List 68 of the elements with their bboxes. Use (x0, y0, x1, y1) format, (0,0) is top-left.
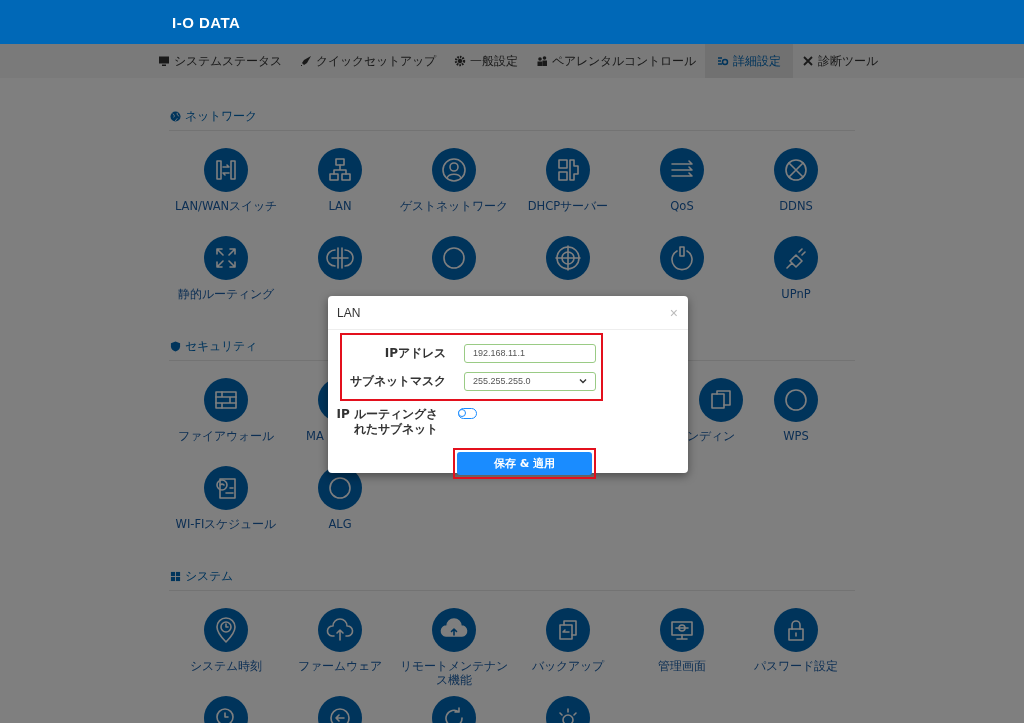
settings-link[interactable]: ファームウェア (283, 608, 397, 673)
user-icon (432, 148, 476, 192)
nav-tab[interactable]: ペアレンタルコントロール (527, 44, 705, 78)
nav-tab[interactable]: 一般設定 (445, 44, 527, 78)
settings-link[interactable]: UPnP (739, 236, 853, 301)
monitor-icon (158, 55, 170, 67)
section-title: セキュリティ (185, 338, 257, 355)
field-label: IPアドレス (384, 344, 446, 362)
section-title: システム (185, 568, 233, 585)
input-field[interactable]: 192.168.11.1 (464, 343, 596, 363)
settings-link[interactable]: バックアップ (511, 608, 625, 673)
sliders-icon (717, 55, 729, 67)
gear-icon (454, 55, 466, 67)
close-button[interactable]: × (669, 304, 678, 321)
subnet-select[interactable]: 255.255.255.0 (464, 371, 596, 391)
shield-icon (170, 341, 181, 352)
nav-tab[interactable]: 詳細設定 (705, 44, 793, 78)
arrows-icon (660, 148, 704, 192)
clock-pin-icon (204, 608, 248, 652)
settings-link[interactable]: システム時刻 (169, 608, 283, 673)
plug-icon (774, 236, 818, 280)
globe-icon (170, 111, 181, 122)
blocks-icon (546, 148, 590, 192)
settings-link[interactable]: ゲストネットワーク (397, 148, 511, 213)
swap-document-icon (546, 608, 590, 652)
people-icon (536, 55, 548, 67)
wifi-document-icon (204, 466, 248, 510)
rocket-icon (300, 55, 312, 67)
settings-link[interactable]: ファイアウォール (169, 378, 283, 443)
nav-tab[interactable]: システムステータス (149, 44, 291, 78)
swap-icon (204, 148, 248, 192)
network-icon (318, 148, 362, 192)
field-label: IP ルーティングされたサブネット (335, 407, 438, 437)
settings-link[interactable]: LAN/WANスイッチ (169, 148, 283, 213)
settings-link[interactable]: パスワード設定 (739, 608, 853, 673)
target-icon (546, 236, 590, 280)
field-label: サブネットマスク (350, 372, 446, 390)
settings-link[interactable]: 管理画面 (625, 608, 739, 673)
settings-link[interactable]: 静的ルーティング (169, 236, 283, 301)
expand-icon (204, 236, 248, 280)
dialog-title: LAN (337, 305, 361, 320)
settings-link[interactable]: DHCPサーバー (511, 148, 625, 213)
copy-icon (699, 378, 743, 422)
grid-icon (170, 571, 181, 582)
power-icon (660, 236, 704, 280)
settings-link[interactable]: ンディン (687, 378, 739, 443)
lock-icon (774, 608, 818, 652)
settings-link[interactable]: リモートメンテナンス機能 (397, 608, 511, 687)
nav-tab[interactable]: 診断ツール (793, 44, 887, 78)
chevron-down-icon (579, 377, 587, 385)
cloud-upload-icon (432, 608, 476, 652)
settings-link[interactable]: LAN (283, 148, 397, 213)
settings-link[interactable]: QoS (625, 148, 739, 213)
ring-icon (432, 236, 476, 280)
split-arrows-icon (318, 236, 362, 280)
ring-icon (774, 378, 818, 422)
globe-icon (774, 148, 818, 192)
settings-link[interactable]: DDNS (739, 148, 853, 213)
save-button[interactable]: 保存 & 適用 (457, 452, 592, 475)
monitor-icon (660, 608, 704, 652)
cloud-upload-icon (318, 608, 362, 652)
settings-link[interactable]: WPS (739, 378, 853, 443)
nav-tab[interactable]: クイックセットアップ (291, 44, 445, 78)
section-title: ネットワーク (185, 108, 257, 125)
brick-wall-icon (204, 378, 248, 422)
tools-icon (802, 55, 814, 67)
logo: I-O DATA (172, 13, 241, 31)
settings-link[interactable]: WI-FIスケジュール (169, 466, 283, 531)
